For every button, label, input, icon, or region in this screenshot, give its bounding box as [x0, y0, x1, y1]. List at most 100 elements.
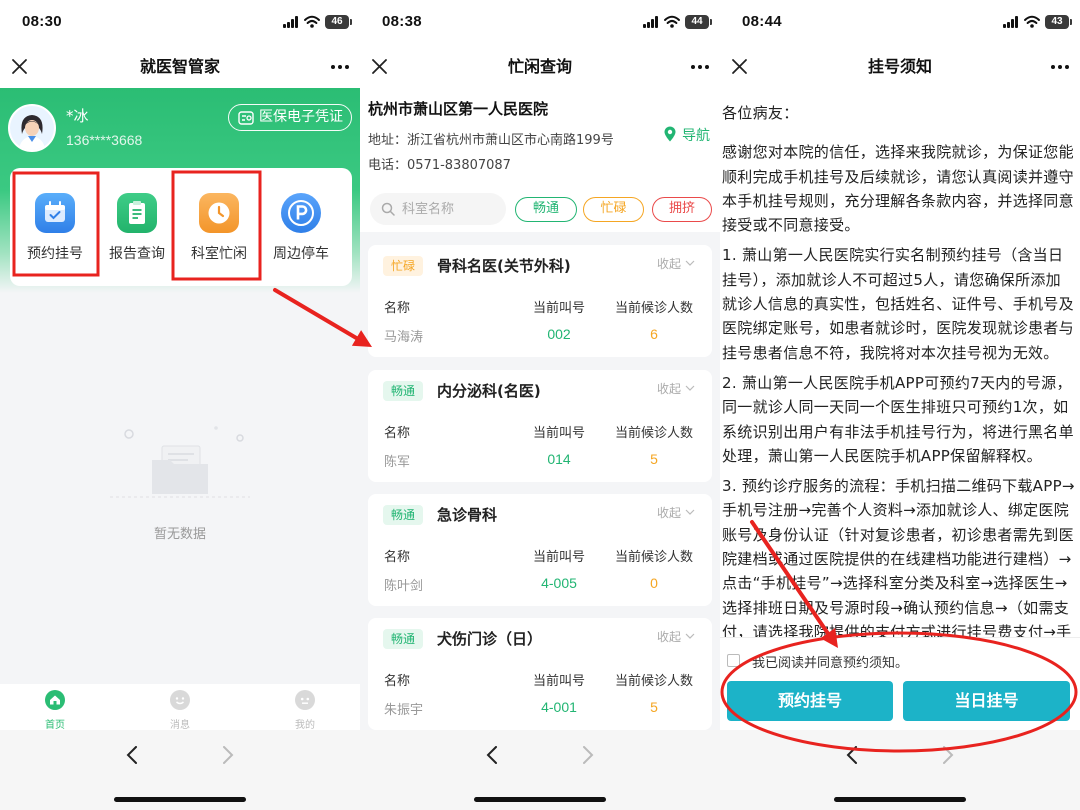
department-name: 犬伤门诊（日）: [437, 630, 543, 648]
tab-bar: 首页 消息 我的: [0, 684, 360, 731]
close-icon[interactable]: [371, 58, 388, 75]
more-icon[interactable]: [331, 65, 349, 69]
status-badge: 畅通: [383, 381, 423, 401]
service-label: 周边停车: [273, 246, 329, 262]
system-nav-bar: [360, 730, 720, 810]
back-arrow-icon[interactable]: [845, 746, 859, 764]
title-bar: 忙闲查询: [360, 45, 720, 88]
current-number: 4-001: [541, 699, 577, 715]
wifi-icon: [304, 15, 320, 28]
close-icon[interactable]: [731, 58, 748, 75]
hospital-name: 杭州市萧山区第一人民医院: [368, 100, 549, 118]
collapse-label: 收起: [657, 506, 682, 520]
waiting-count: 5: [650, 699, 658, 715]
close-icon[interactable]: [11, 58, 28, 75]
forward-arrow-icon[interactable]: [941, 746, 955, 764]
book-appointment-button[interactable]: 预约挂号: [727, 681, 893, 721]
status-badge: 畅通: [383, 505, 423, 525]
home-indicator[interactable]: [834, 797, 966, 802]
department-name: 内分泌科(名医): [437, 382, 541, 400]
column-header-name: 名称: [384, 550, 411, 565]
registration-notice-screen: 08:44 43 挂号须知 各位病友： 感谢您对本院的信任，选择来我院就诊，为保…: [720, 0, 1080, 810]
profile-icon: [295, 690, 315, 710]
system-nav-bar: [0, 730, 360, 810]
hospital-phone[interactable]: 电话：0571-83807087: [368, 154, 511, 173]
back-arrow-icon[interactable]: [125, 746, 139, 764]
search-input[interactable]: [402, 193, 502, 225]
filter-smooth[interactable]: 畅通: [515, 197, 577, 222]
status-time: 08:44: [742, 13, 782, 30]
department-status-screen: 08:38 44 忙闲查询 杭州市萧山区第一人民医院 地址：浙江省杭州市萧山区市…: [360, 0, 720, 810]
chevron-down-icon: [685, 385, 695, 391]
navigate-button[interactable]: 导航: [664, 125, 716, 145]
location-pin-icon: [664, 126, 676, 142]
insurance-voucher-button[interactable]: 医保电子凭证: [228, 104, 352, 131]
column-header-current-number: 当前叫号: [532, 426, 585, 441]
page-title: 挂号须知: [867, 57, 932, 76]
chevron-down-icon: [685, 260, 695, 266]
collapse-label: 收起: [657, 630, 682, 644]
tab-home[interactable]: 首页: [0, 684, 115, 731]
column-header-current-number: 当前叫号: [532, 301, 585, 316]
tab-messages[interactable]: 消息: [120, 684, 240, 731]
tab-profile[interactable]: 我的: [245, 684, 360, 731]
notice-paragraph: 3. 预约诊疗服务的流程：手机扫描二维码下载APP→手机号注册→完善个人资料→添…: [722, 477, 1075, 637]
parking-icon: [281, 193, 321, 233]
hospital-info: 杭州市萧山区第一人民医院 地址：浙江省杭州市萧山区市心南路199号 电话：057…: [360, 88, 720, 232]
forward-arrow-icon[interactable]: [221, 746, 235, 764]
service-report[interactable]: 报告查询: [95, 168, 179, 286]
forward-arrow-icon[interactable]: [581, 746, 595, 764]
signal-icon: [1003, 16, 1019, 28]
collapse-toggle[interactable]: 收起: [657, 628, 703, 646]
column-header-waiting: 当前候诊人数: [614, 301, 693, 316]
empty-state-text: 暂无数据: [153, 527, 206, 542]
department-card[interactable]: 畅通 急诊骨科 收起 名称 当前叫号 当前候诊人数 陈叶剑 4-005 0: [368, 494, 712, 606]
service-label: 科室忙闲: [191, 246, 247, 262]
avatar[interactable]: [8, 104, 56, 152]
department-card[interactable]: 忙碌 骨科名医(关节外科) 收起 名称 当前叫号 当前候诊人数 马海涛 002 …: [368, 245, 712, 357]
same-day-registration-button[interactable]: 当日挂号: [903, 681, 1070, 721]
signal-icon: [283, 16, 299, 28]
home-icon: [45, 690, 65, 710]
agree-label[interactable]: 我已阅读并同意预约须知。: [752, 652, 908, 671]
home-indicator[interactable]: [474, 797, 606, 802]
department-card[interactable]: 畅通 犬伤门诊（日） 收起 名称 当前叫号 当前候诊人数 朱振宇 4-001 5: [368, 618, 712, 730]
status-badge: 忙碌: [383, 256, 423, 276]
filter-crowded[interactable]: 拥挤: [652, 197, 712, 222]
filter-busy[interactable]: 忙碌: [583, 197, 644, 222]
status-bar: 08:30 46: [0, 0, 360, 45]
service-label: 预约挂号: [27, 246, 83, 262]
column-header-name: 名称: [384, 674, 411, 689]
more-icon[interactable]: [1051, 65, 1069, 69]
service-appointment[interactable]: 预约挂号: [13, 168, 97, 286]
department-card[interactable]: 畅通 内分泌科(名医) 收起 名称 当前叫号 当前候诊人数 陈军 014 5: [368, 370, 712, 482]
home-screen: 08:30 46 就医智管家 *冰 136****3668 医保电子凭证 预约挂…: [0, 0, 360, 810]
waiting-count: 6: [650, 326, 658, 342]
more-icon[interactable]: [691, 65, 709, 69]
screenshot-composite: 08:30 46 就医智管家 *冰 136****3668 医保电子凭证 预约挂…: [0, 0, 1080, 810]
battery-icon: 43: [1045, 15, 1072, 29]
notice-paragraph: 1. 萧山第一人民医院实行实名制预约挂号（含当日挂号），添加就诊人不可超过5人，…: [722, 246, 1074, 362]
battery-icon: 46: [325, 15, 352, 29]
title-bar: 就医智管家: [0, 45, 360, 88]
service-parking[interactable]: 周边停车: [259, 168, 343, 286]
column-header-waiting: 当前候诊人数: [614, 550, 693, 565]
department-search[interactable]: [370, 193, 506, 225]
back-arrow-icon[interactable]: [485, 746, 499, 764]
collapse-toggle[interactable]: 收起: [657, 255, 703, 273]
service-department-status[interactable]: 科室忙闲: [177, 168, 261, 286]
current-number: 002: [547, 326, 571, 342]
chevron-down-icon: [685, 633, 695, 639]
column-header-waiting: 当前候诊人数: [614, 426, 693, 441]
tab-label: 首页: [45, 720, 65, 731]
notice-paragraph: 感谢您对本院的信任，选择来我院就诊，为保证您能顺利完成手机挂号及后续就诊，请您认…: [722, 143, 1074, 235]
collapse-toggle[interactable]: 收起: [657, 504, 703, 522]
collapse-toggle[interactable]: 收起: [657, 380, 703, 398]
agree-checkbox[interactable]: [727, 654, 740, 667]
waiting-count: 5: [650, 451, 658, 467]
department-name: 骨科名医(关节外科): [437, 257, 571, 275]
notice-content[interactable]: 各位病友： 感谢您对本院的信任，选择来我院就诊，为保证您能顺利完成手机挂号及后续…: [722, 101, 1076, 637]
home-indicator[interactable]: [114, 797, 246, 802]
doctor-name: 陈军: [384, 455, 411, 470]
status-badge: 畅通: [383, 629, 423, 649]
